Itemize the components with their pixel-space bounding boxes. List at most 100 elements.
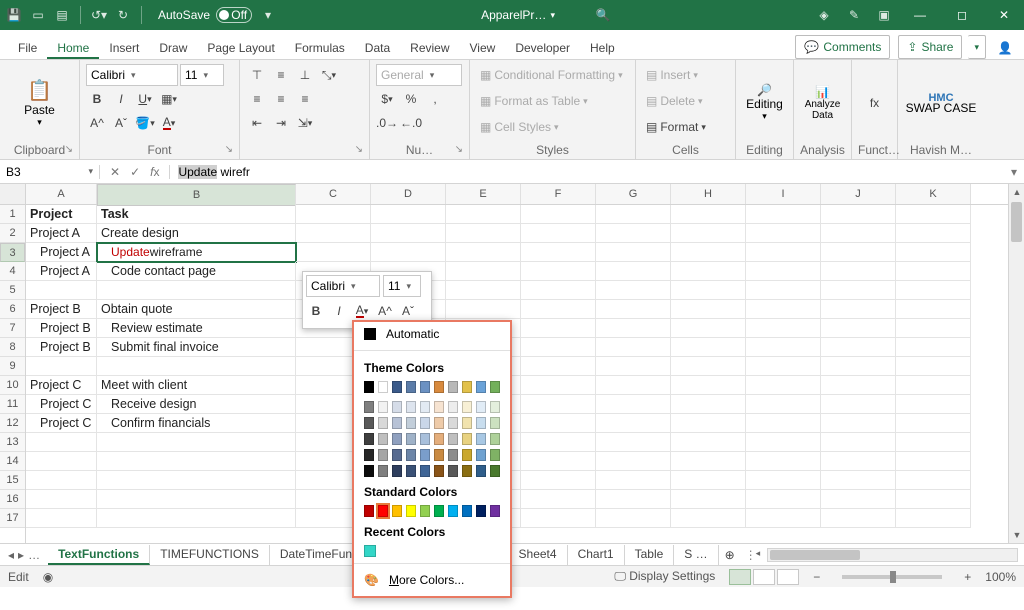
cell[interactable]: Project A: [26, 262, 97, 281]
macro-record-icon[interactable]: ◉: [43, 570, 53, 584]
comments-button[interactable]: 💬 Comments: [795, 35, 890, 59]
tab-home[interactable]: Home: [47, 35, 99, 59]
decrease-indent-button[interactable]: ⇤: [246, 112, 268, 134]
tab-formulas[interactable]: Formulas: [285, 35, 355, 59]
color-swatch[interactable]: [364, 449, 374, 461]
mini-font-color-button[interactable]: A▾: [352, 300, 372, 322]
cell[interactable]: [746, 262, 821, 281]
cell[interactable]: [26, 471, 97, 490]
col-header-E[interactable]: E: [446, 184, 521, 204]
cell[interactable]: [446, 262, 521, 281]
col-header-D[interactable]: D: [371, 184, 446, 204]
cell[interactable]: [596, 300, 671, 319]
tab-list-icon[interactable]: …: [28, 548, 40, 562]
color-swatch[interactable]: [406, 505, 416, 517]
cell[interactable]: [671, 281, 746, 300]
cell[interactable]: [596, 205, 671, 224]
cell[interactable]: [821, 281, 896, 300]
insert-cells-button[interactable]: ▤ Insert▾: [642, 64, 702, 86]
row-header[interactable]: 17: [0, 509, 25, 528]
cell[interactable]: [896, 395, 971, 414]
align-center-button[interactable]: ≡: [270, 88, 292, 110]
cell[interactable]: [596, 281, 671, 300]
zoom-level[interactable]: 100%: [985, 570, 1016, 584]
close-button[interactable]: ✕: [990, 5, 1018, 25]
cell[interactable]: [896, 433, 971, 452]
italic-button[interactable]: I: [110, 88, 132, 110]
share-dropdown[interactable]: ▾: [968, 35, 986, 59]
color-swatch[interactable]: [364, 433, 374, 445]
cell[interactable]: [296, 224, 371, 243]
cell[interactable]: [26, 490, 97, 509]
color-swatch[interactable]: [462, 401, 472, 413]
cell[interactable]: [671, 357, 746, 376]
cell[interactable]: [746, 433, 821, 452]
cell[interactable]: [821, 224, 896, 243]
tab-review[interactable]: Review: [400, 35, 459, 59]
cell[interactable]: [746, 205, 821, 224]
decrease-decimal-button[interactable]: ←.0: [400, 112, 422, 134]
quickaccess-more-icon[interactable]: ▾: [260, 7, 276, 23]
currency-button[interactable]: $▾: [376, 88, 398, 110]
cell[interactable]: [821, 452, 896, 471]
tab-data[interactable]: Data: [355, 35, 400, 59]
page-layout-view-button[interactable]: [753, 569, 775, 585]
color-swatch[interactable]: [448, 433, 458, 445]
color-swatch[interactable]: [434, 465, 444, 477]
color-swatch[interactable]: [392, 505, 402, 517]
cell[interactable]: [821, 433, 896, 452]
sheet-tab[interactable]: Sheet4: [509, 545, 568, 565]
cell[interactable]: [97, 433, 296, 452]
color-swatch[interactable]: [490, 417, 500, 429]
cell[interactable]: [26, 357, 97, 376]
cell[interactable]: [671, 452, 746, 471]
col-header-C[interactable]: C: [296, 184, 371, 204]
cell[interactable]: [521, 433, 596, 452]
page-break-view-button[interactable]: [777, 569, 799, 585]
col-header-H[interactable]: H: [671, 184, 746, 204]
cell[interactable]: [746, 338, 821, 357]
row-header[interactable]: 13: [0, 433, 25, 452]
sheet-tab[interactable]: S …: [674, 545, 718, 565]
cell[interactable]: Meet with client: [97, 376, 296, 395]
cell[interactable]: [821, 300, 896, 319]
color-swatch[interactable]: [392, 381, 402, 393]
cell[interactable]: [746, 281, 821, 300]
cell[interactable]: Update wireframe: [97, 243, 296, 262]
cell[interactable]: [97, 281, 296, 300]
cell[interactable]: [596, 471, 671, 490]
cell[interactable]: [671, 376, 746, 395]
row-header[interactable]: 15: [0, 471, 25, 490]
cell[interactable]: Task: [97, 205, 296, 224]
share-button[interactable]: ⇪ Share: [898, 35, 962, 59]
cell[interactable]: Project B: [26, 319, 97, 338]
cell[interactable]: [296, 205, 371, 224]
cell[interactable]: Project B: [26, 300, 97, 319]
minimize-button[interactable]: —: [906, 5, 934, 25]
cell[interactable]: Project: [26, 205, 97, 224]
color-swatch[interactable]: [462, 449, 472, 461]
cell[interactable]: [746, 414, 821, 433]
color-swatch[interactable]: [462, 505, 472, 517]
cell[interactable]: [896, 262, 971, 281]
color-swatch[interactable]: [434, 381, 444, 393]
color-swatch[interactable]: [420, 417, 430, 429]
color-swatch[interactable]: [476, 401, 486, 413]
row-header[interactable]: 8: [0, 338, 25, 357]
color-swatch[interactable]: [462, 465, 472, 477]
cell[interactable]: [671, 490, 746, 509]
cell[interactable]: [746, 509, 821, 528]
cell[interactable]: [896, 471, 971, 490]
mini-shrink-font-button[interactable]: Aˇ: [398, 300, 418, 322]
cell[interactable]: Project C: [26, 376, 97, 395]
search-icon[interactable]: 🔍: [595, 7, 611, 23]
account-icon[interactable]: 👤: [994, 37, 1016, 59]
cell[interactable]: [896, 357, 971, 376]
wrap-merge-button[interactable]: ⇲▾: [294, 112, 316, 134]
color-swatch[interactable]: [406, 433, 416, 445]
border-button[interactable]: ▦▾: [158, 88, 180, 110]
cell[interactable]: [671, 414, 746, 433]
cell[interactable]: [521, 357, 596, 376]
new-sheet-button[interactable]: ⊕: [719, 544, 741, 566]
color-swatch[interactable]: [434, 401, 444, 413]
